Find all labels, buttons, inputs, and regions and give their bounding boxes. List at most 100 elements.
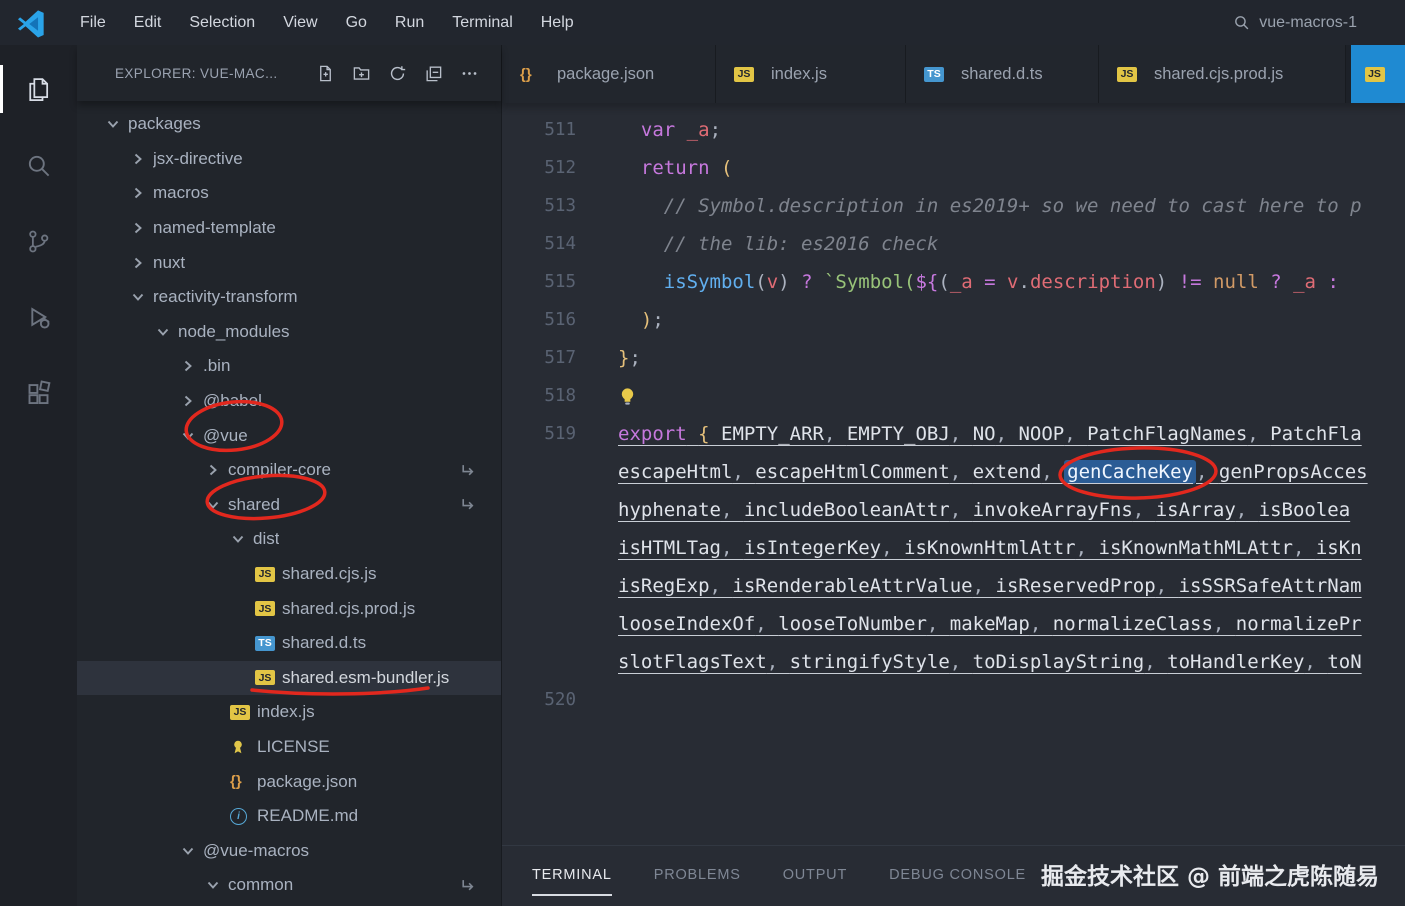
tree-item-.bin[interactable]: .bin (77, 349, 501, 384)
code-text: ); (618, 309, 664, 331)
tree-item-license[interactable]: LICENSE (77, 730, 501, 765)
tab-shared.cjs.prod.js[interactable]: JS shared.cjs.prod.js (1099, 45, 1346, 103)
chevron-down-icon (130, 289, 153, 305)
editor-group: {} package.json JS index.js TS shared.d.ts JS s… (502, 45, 1405, 906)
code-text: slotFlagsText, stringifyStyle, toDisplay… (618, 651, 1362, 673)
tree-item-readme.md[interactable]: i README.md (77, 799, 501, 834)
ts-file-icon: TS (924, 66, 951, 82)
menu-terminal[interactable]: Terminal (438, 0, 526, 45)
activity-run-debug[interactable] (0, 279, 77, 355)
menu-help[interactable]: Help (527, 0, 588, 45)
menu-view[interactable]: View (269, 0, 331, 45)
tree-item-jsx-directive[interactable]: jsx-directive (77, 142, 501, 177)
tree-item-shared.cjs.prod.js[interactable]: JS shared.cjs.prod.js (77, 591, 501, 626)
tree-item-named-template[interactable]: named-template (77, 211, 501, 246)
tree-item-index.js[interactable]: JS index.js (77, 695, 501, 730)
collapse-all-icon[interactable] (424, 64, 443, 83)
menu-run[interactable]: Run (381, 0, 438, 45)
code-line: isHTMLTag, isIntegerKey, isKnownHtmlAttr… (502, 529, 1405, 567)
lightbulb-icon[interactable] (618, 387, 642, 406)
tree-item-label: packages (128, 114, 201, 134)
chevron-right-icon (130, 220, 153, 236)
source-control-icon (25, 228, 52, 255)
tree-item-dist[interactable]: dist (77, 522, 501, 557)
tree-item-package.json[interactable]: {} package.json (77, 764, 501, 799)
symlink-icon (460, 878, 475, 893)
tree-item-label: .bin (203, 356, 231, 376)
tree-item-shared[interactable]: shared (77, 488, 501, 523)
new-file-icon[interactable] (316, 64, 335, 83)
code-line: looseIndexOf, looseToNumber, makeMap, no… (502, 605, 1405, 643)
tree-item-compiler-core[interactable]: compiler-core (77, 453, 501, 488)
new-folder-icon[interactable] (352, 64, 371, 83)
menu-edit[interactable]: Edit (120, 0, 176, 45)
menu-go[interactable]: Go (332, 0, 381, 45)
vscode-logo-icon (16, 8, 46, 38)
tree-item-node_modules[interactable]: node_modules (77, 315, 501, 350)
tab-active-file[interactable]: JS (1351, 45, 1405, 103)
tree-item-label: shared.esm-bundler.js (282, 667, 450, 687)
code-line: 514 // the lib: es2016 check (502, 225, 1405, 263)
activity-source-control[interactable] (0, 203, 77, 279)
run-debug-icon (25, 304, 52, 331)
file-tree: packages jsx-directive macros named-templat… (77, 101, 501, 906)
activity-extensions[interactable] (0, 355, 77, 431)
tab-index.js[interactable]: JS index.js (716, 45, 906, 103)
code-line: 515 isSymbol(v) ? `Symbol(${(_a = v.desc… (502, 263, 1405, 301)
global-search[interactable]: vue-macros-1 (1233, 14, 1357, 32)
code-text: isSymbol(v) ? `Symbol(${(_a = v.descript… (663, 271, 1351, 293)
tree-item-label: macros (153, 183, 209, 203)
activity-explorer[interactable] (0, 51, 77, 127)
panel-tab-debug-console[interactable]: DEBUG CONSOLE (889, 856, 1026, 896)
extensions-icon (25, 379, 52, 407)
tree-item-shared.d.ts[interactable]: TS shared.d.ts (77, 626, 501, 661)
symlink-icon (460, 463, 475, 478)
menu-file[interactable]: File (66, 0, 120, 45)
chevron-right-icon (130, 255, 153, 271)
more-icon[interactable] (460, 64, 479, 83)
panel-tab-terminal[interactable]: TERMINAL (532, 856, 612, 896)
tree-item-@vue[interactable]: @vue (77, 418, 501, 453)
tree-item-@vue-macros[interactable]: @vue-macros (77, 833, 501, 868)
line-number: 513 (544, 196, 576, 216)
tree-item-label: @vue (203, 425, 248, 445)
tab-package.json[interactable]: {} package.json (502, 45, 716, 103)
code-text: export { EMPTY_ARR, EMPTY_OBJ, NO, NOOP,… (618, 423, 1362, 445)
code-line: 519 export { EMPTY_ARR, EMPTY_OBJ, NO, NO… (502, 415, 1405, 453)
tree-item-label: shared (228, 494, 280, 514)
tab-shared.d.ts[interactable]: TS shared.d.ts (906, 45, 1099, 103)
tree-item-label: package.json (257, 771, 358, 791)
tree-item-label: shared.cjs.prod.js (282, 598, 416, 618)
tree-item-label: @vue-macros (203, 840, 310, 860)
tree-item-common[interactable]: common (77, 868, 501, 903)
line-number: 511 (544, 120, 576, 140)
code-line: 513 // Symbol.description in es2019+ so … (502, 187, 1405, 225)
tree-item-shared.cjs.js[interactable]: JS shared.cjs.js (77, 557, 501, 592)
tree-item-reactivity-transform[interactable]: reactivity-transform (77, 280, 501, 315)
activity-search[interactable] (0, 127, 77, 203)
code-area[interactable]: 511 var _a; 512 return (513 // Symbol.des… (502, 103, 1405, 846)
js-file-icon: JS (734, 66, 761, 82)
refresh-icon[interactable] (388, 64, 407, 83)
tree-item-label: LICENSE (257, 736, 330, 756)
panel-tab-problems[interactable]: PROBLEMS (654, 856, 741, 896)
tab-label: index.js (771, 64, 827, 83)
explorer-icon (25, 75, 53, 103)
code-text: // Symbol.description in es2019+ so we n… (618, 195, 1362, 217)
code-text: escapeHtml, escapeHtmlComment, extend, g… (618, 460, 1368, 484)
line-number: 515 (544, 272, 576, 292)
tree-item-label: shared.d.ts (282, 633, 367, 653)
code-text: // the lib: es2016 check (618, 233, 939, 255)
tree-item-packages[interactable]: packages (77, 107, 501, 142)
code-text: looseIndexOf, looseToNumber, makeMap, no… (618, 613, 1362, 635)
panel-tab-output[interactable]: OUTPUT (783, 856, 847, 896)
tree-item-@babel[interactable]: @babel (77, 384, 501, 419)
tree-item-shared.esm-bundler.js[interactable]: JS shared.esm-bundler.js (77, 660, 501, 696)
tree-item-label: nuxt (153, 252, 186, 272)
tree-item-macros[interactable]: macros (77, 176, 501, 211)
menu-selection[interactable]: Selection (175, 0, 269, 45)
tree-item-nuxt[interactable]: nuxt (77, 245, 501, 280)
js-file-icon: JS (1364, 66, 1392, 82)
chevron-down-icon (205, 877, 228, 893)
highlighted-symbol: genCacheKey (1064, 460, 1197, 484)
